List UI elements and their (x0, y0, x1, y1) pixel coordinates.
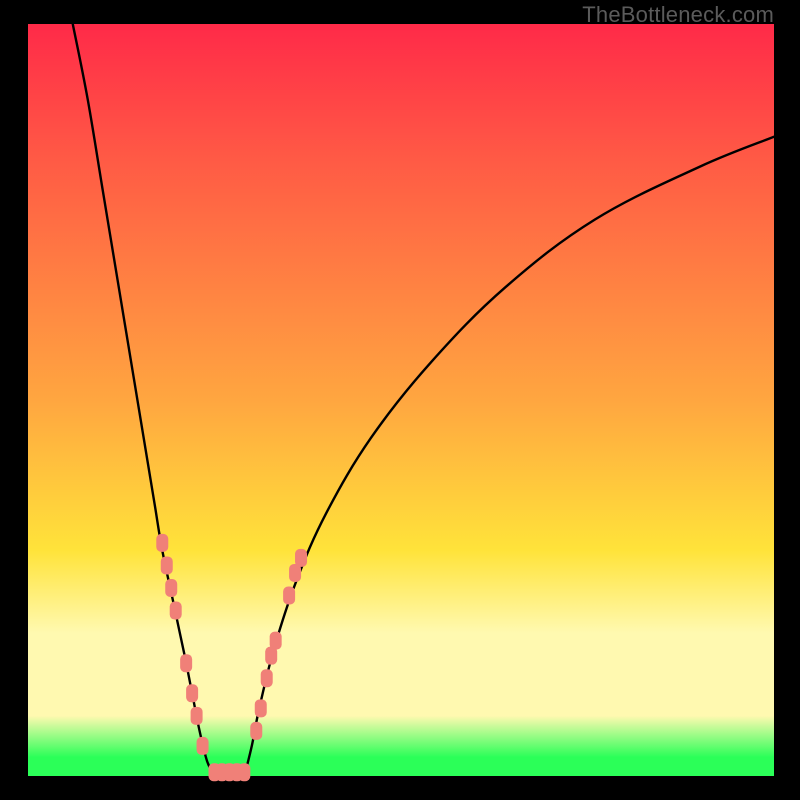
series-marker (255, 699, 267, 717)
series-marker (170, 602, 182, 620)
series-marker (295, 549, 307, 567)
curve-right-branch (244, 137, 774, 776)
plot-area (28, 24, 774, 776)
outer-frame: TheBottleneck.com (0, 0, 800, 800)
series-marker (191, 707, 203, 725)
series-marker (161, 556, 173, 574)
series-marker (180, 654, 192, 672)
series-marker (270, 632, 282, 650)
curve-layer (28, 24, 774, 776)
series-marker (261, 669, 273, 687)
series-marker (156, 534, 168, 552)
series-marker (197, 737, 209, 755)
series-marker (238, 763, 250, 781)
series-marker (250, 722, 262, 740)
series-marker (283, 587, 295, 605)
series-marker (165, 579, 177, 597)
curve-left-branch (73, 24, 215, 776)
series-marker (186, 684, 198, 702)
